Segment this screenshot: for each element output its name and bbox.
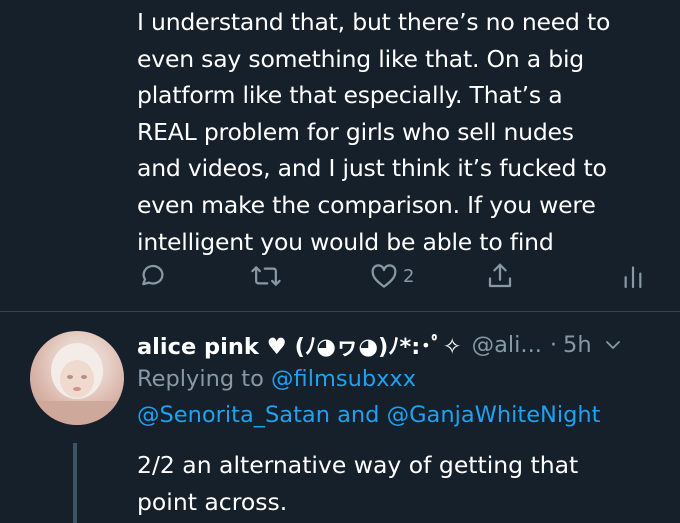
mention-link[interactable]: @Senorita_Satan	[137, 402, 330, 428]
avatar-image	[30, 343, 124, 425]
tweet-text-line: REAL problem for girls who sell nudes	[137, 117, 574, 146]
display-name[interactable]: alice pink ♥ (ﾉ◕ヮ◕)ﾉ*:･ﾟ✧	[137, 329, 462, 361]
mention-link[interactable]: @GanjaWhiteNight	[387, 402, 601, 428]
chevron-down-icon	[605, 341, 620, 349]
tweet-text: I understand that, but there’s no need t…	[137, 4, 672, 260]
mention-link[interactable]: @filmsubxxx	[271, 366, 416, 392]
share-button[interactable]	[485, 258, 515, 294]
and-label: and	[337, 402, 380, 428]
tweet-text-line: I understand that, but there’s no need t…	[137, 8, 611, 36]
analytics-button[interactable]	[622, 258, 644, 294]
replying-to: Replying to @filmsubxxx	[137, 366, 416, 392]
tweet-text-line: intelligent you would be able to find	[137, 227, 554, 256]
reply-text-line: 2/2 an alternative way of getting that	[137, 451, 579, 479]
user-handle[interactable]: @ali...	[472, 332, 542, 358]
tweet-divider	[0, 311, 680, 312]
timestamp[interactable]: 5h	[563, 332, 592, 358]
separator-dot: ·	[549, 332, 558, 358]
avatar[interactable]	[30, 331, 124, 425]
thread-line	[73, 443, 77, 523]
analytics-icon	[624, 266, 642, 289]
tweet-text-line: even make the comparison. If you were	[137, 190, 596, 219]
replying-to-label: Replying to	[137, 366, 264, 392]
reply-text-line: point across.	[137, 487, 288, 516]
tweet-text-line: platform like that especially. That’s a	[137, 81, 563, 110]
share-icon	[488, 263, 512, 288]
reply-button[interactable]	[137, 258, 167, 294]
like-count: 2	[403, 265, 415, 287]
tweet-text-line: and videos, and I just think it’s fucked…	[137, 154, 607, 183]
reply-icon	[142, 264, 164, 286]
tweet-menu-button[interactable]	[604, 338, 622, 352]
reply-header: alice pink ♥ (ﾉ◕ヮ◕)ﾉ*:･ﾟ✧ @ali... · 5h	[137, 330, 677, 360]
like-button[interactable]: 2	[369, 258, 414, 294]
reply-text: 2/2 an alternative way of getting that p…	[137, 447, 672, 520]
tweet-text-line: even say something like that. On a big	[137, 44, 585, 73]
retweet-button[interactable]	[250, 258, 282, 294]
heart-icon	[371, 264, 397, 288]
replying-to-continued: @Senorita_Satan and @GanjaWhiteNight	[137, 402, 601, 428]
tweet-actions-bar: 2	[0, 258, 680, 294]
retweet-icon	[251, 266, 281, 286]
